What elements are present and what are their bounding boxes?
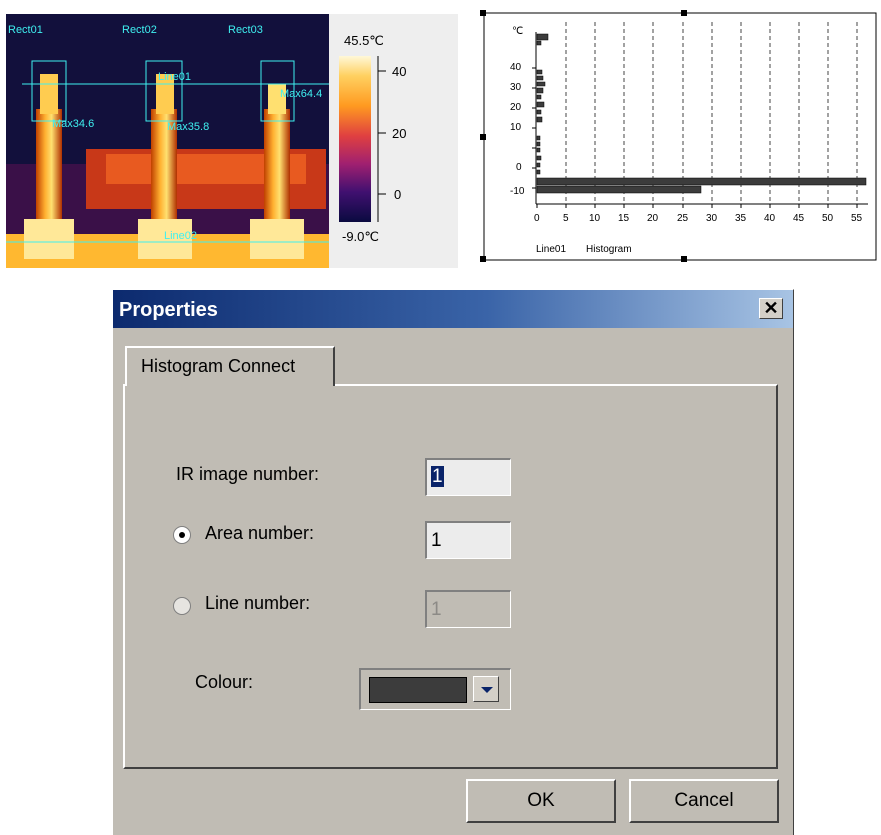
- histogram-bar: [536, 185, 702, 194]
- x-tick-label: 10: [589, 213, 601, 224]
- grid-lines: [565, 22, 858, 204]
- close-button[interactable]: ✕: [759, 298, 783, 319]
- tab-panel: IR image number: 1 Area number: Line num…: [123, 384, 778, 769]
- x-tick-label: 30: [706, 213, 718, 224]
- colour-swatch: [369, 677, 467, 703]
- histogram-panel[interactable]: ℃ 40 30 20 10 0 -10 0 5 10 15 20 25 30 3…: [480, 8, 878, 264]
- x-tick-label: 15: [618, 213, 630, 224]
- x-tick-label: 50: [822, 213, 834, 224]
- dialog-title-bar[interactable]: Properties ✕: [113, 290, 793, 328]
- y-tick-label: 10: [510, 122, 522, 133]
- line-number-radio[interactable]: [173, 597, 191, 615]
- histogram-bar: [536, 101, 545, 108]
- histogram-chart: [480, 10, 877, 262]
- line-number-field[interactable]: [425, 590, 511, 628]
- histogram-bar: [536, 169, 541, 175]
- y-tick-label: 0: [516, 162, 522, 173]
- ir-image-number-label: IR image number:: [176, 464, 320, 484]
- resize-handle[interactable]: [681, 256, 687, 262]
- resize-handle[interactable]: [681, 10, 687, 16]
- dialog-title: Properties: [119, 299, 218, 321]
- histogram-bar: [536, 94, 542, 100]
- scale-tick-0: 0: [394, 187, 402, 202]
- max2-label: Max35.8: [167, 121, 210, 133]
- close-icon: ✕: [763, 298, 779, 318]
- y-tick-label: 30: [510, 82, 522, 93]
- line-number-label[interactable]: Line number:: [205, 593, 310, 614]
- histogram-bar: [536, 141, 541, 147]
- area-number-radio[interactable]: [173, 526, 191, 544]
- ir-image-number-value: 1: [431, 466, 444, 487]
- x-tick-label: 45: [793, 213, 805, 224]
- rect01-label: Rect01: [8, 24, 43, 36]
- properties-dialog: Properties ✕ Histogram Connect IR image …: [112, 289, 794, 835]
- x-tick-label: 35: [735, 213, 747, 224]
- x-tick-label: 20: [647, 213, 659, 224]
- histogram-unit-label: ℃: [512, 26, 524, 37]
- resize-handle[interactable]: [480, 256, 486, 262]
- rect03-label: Rect03: [228, 24, 263, 36]
- ir-image-number-field[interactable]: 1: [425, 458, 511, 496]
- max1-label: Max34.6: [52, 118, 95, 130]
- colour-picker[interactable]: [359, 668, 511, 710]
- thermal-image-panel: Rect01 Rect02 Rect03 Line01 Max34.6 Max3…: [6, 14, 458, 268]
- y-tick-label: 40: [510, 62, 522, 73]
- histogram-bar: [536, 162, 541, 168]
- ok-button[interactable]: OK: [466, 779, 616, 823]
- histogram-bars: [536, 33, 867, 194]
- histogram-bar: [536, 40, 542, 46]
- resize-handle[interactable]: [480, 134, 486, 140]
- tab-label: Histogram Connect: [141, 356, 296, 376]
- histogram-bar: [536, 109, 542, 115]
- y-tick-label: 20: [510, 102, 522, 113]
- histogram-bar: [536, 135, 541, 141]
- histogram-bar: [536, 87, 544, 94]
- cancel-button[interactable]: Cancel: [629, 779, 779, 823]
- scale-tick-40: 40: [392, 64, 407, 79]
- y-tick-label: -10: [510, 186, 525, 197]
- scale-ticks: [377, 56, 386, 222]
- area-number-field[interactable]: [425, 521, 511, 559]
- histogram-bar: [536, 75, 544, 81]
- tab-histogram-connect[interactable]: Histogram Connect: [125, 346, 335, 386]
- scale-min-label: -9.0℃: [342, 229, 380, 244]
- chevron-down-icon[interactable]: [473, 676, 499, 702]
- x-tick-label: 55: [851, 213, 863, 224]
- x-tick-label: 0: [534, 213, 540, 224]
- area-number-label[interactable]: Area number:: [205, 523, 314, 544]
- x-tick-label: 40: [764, 213, 776, 224]
- line02-label: Line02: [164, 230, 198, 242]
- histogram-bar: [536, 116, 543, 123]
- histogram-caption-line: Line01: [536, 244, 567, 255]
- histogram-bar: [536, 177, 867, 186]
- x-tick-label: 5: [563, 213, 569, 224]
- histogram-bar: [536, 155, 542, 161]
- max3-label: Max64.4: [280, 88, 323, 100]
- histogram-bar: [536, 147, 541, 153]
- histogram-bar: [536, 69, 543, 75]
- scale-max-label: 45.5℃: [344, 33, 384, 48]
- thermal-image: [6, 14, 386, 268]
- histogram-caption-word: Histogram: [586, 244, 632, 255]
- histogram-bar: [536, 33, 549, 41]
- scale-tick-20: 20: [392, 126, 407, 141]
- histogram-bar: [536, 81, 546, 87]
- x-tick-label: 25: [677, 213, 689, 224]
- line01-label: Line01: [158, 71, 192, 83]
- colour-scale-bar: [339, 56, 371, 222]
- resize-handle[interactable]: [480, 10, 486, 16]
- colour-label: Colour:: [195, 672, 254, 692]
- rect02-label: Rect02: [122, 24, 157, 36]
